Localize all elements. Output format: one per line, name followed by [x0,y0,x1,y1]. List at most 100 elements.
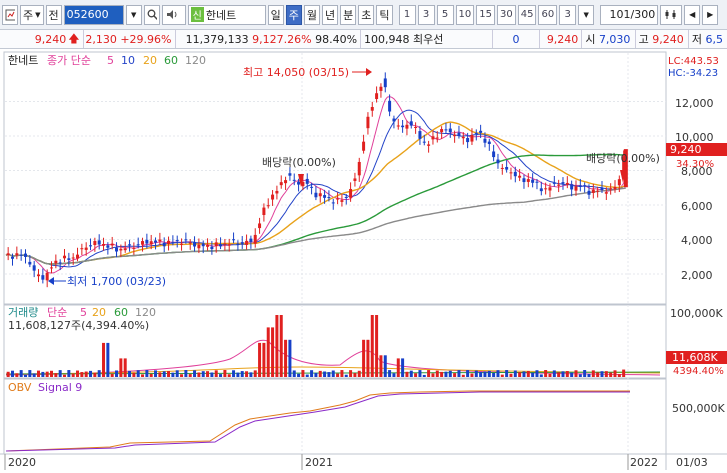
volume-bar[interactable] [288,339,292,377]
candle[interactable] [80,248,84,250]
candle[interactable] [292,179,296,181]
volume-bar[interactable] [310,370,314,377]
chart-area[interactable]: 한네트 종가 단순 5 10 20 60 120 LC:443.53 HC:-3… [0,49,727,470]
candle[interactable] [409,121,413,126]
volume-bar[interactable] [340,370,344,377]
volume-bar[interactable] [223,370,227,377]
candle[interactable] [466,138,470,143]
candle[interactable] [474,132,478,134]
volume-bar[interactable] [509,373,513,377]
candle[interactable] [548,187,552,191]
candle[interactable] [84,247,88,250]
candle[interactable] [331,202,335,204]
candle[interactable] [570,184,574,190]
volume-bar[interactable] [67,370,71,377]
volume-bar[interactable] [409,370,413,377]
interval-5[interactable]: 5 [436,4,454,25]
volume-bar[interactable] [110,373,114,377]
candle[interactable] [340,200,344,202]
candle[interactable] [604,192,608,194]
volume-bar[interactable] [539,374,543,377]
candle[interactable] [596,190,600,192]
volume-bar[interactable] [548,373,552,377]
candle[interactable] [110,243,114,246]
volume-bar[interactable] [149,373,153,377]
candle[interactable] [578,185,582,187]
candle[interactable] [32,265,36,271]
volume-bar[interactable] [561,371,565,377]
candle[interactable] [422,141,426,143]
volume-bar[interactable] [89,370,93,377]
volume-bar[interactable] [262,342,266,377]
volume-bar[interactable] [600,371,604,377]
volume-bar[interactable] [435,370,439,377]
candle[interactable] [197,244,201,249]
interval-3[interactable]: 3 [417,4,435,25]
volume-bar[interactable] [513,370,517,377]
candle[interactable] [505,166,509,170]
volume-bar[interactable] [570,372,574,377]
candle[interactable] [379,86,383,91]
candle[interactable] [162,242,166,247]
volume-bar[interactable] [353,373,357,377]
candle[interactable] [93,241,97,246]
candle[interactable] [236,243,240,245]
volume-bar[interactable] [583,370,587,377]
candle[interactable] [383,78,387,88]
candle[interactable] [613,186,617,190]
volume-bar[interactable] [405,371,409,377]
candle[interactable] [370,107,374,111]
volume-bar[interactable] [141,374,145,377]
candle[interactable] [240,242,244,244]
market-type-select[interactable]: 주 ▼ [20,4,44,25]
period-tick[interactable]: 틱 [376,4,393,25]
volume-bar[interactable] [19,370,23,377]
sound-button[interactable] [161,4,186,25]
volume-bar[interactable] [622,369,626,377]
candle[interactable] [227,244,231,246]
volume-bar[interactable] [617,374,621,377]
candle[interactable] [253,234,257,244]
volume-bar[interactable] [240,371,244,377]
page-count-field[interactable]: 101/300 [600,4,659,25]
volume-bar[interactable] [552,370,556,377]
candle[interactable] [492,151,496,158]
volume-bar[interactable] [565,371,569,377]
candle[interactable] [401,125,405,128]
volume-bar[interactable] [596,372,600,377]
volume-bar[interactable] [414,373,418,377]
volume-bar[interactable] [487,370,491,377]
candle[interactable] [427,144,431,146]
period-second[interactable]: 초 [358,4,375,25]
volume-bar[interactable] [227,374,231,377]
volume-bar[interactable] [24,374,28,377]
interval-dropdown[interactable]: ▼ [578,4,595,25]
candle[interactable] [496,159,500,164]
volume-bar[interactable] [11,370,15,377]
volume-bar[interactable] [457,370,461,377]
candle[interactable] [206,244,210,247]
candle[interactable] [67,258,71,260]
candle[interactable] [453,134,457,137]
volume-bar[interactable] [357,370,361,377]
candle[interactable] [310,186,314,188]
period-week[interactable]: 주 [285,4,302,25]
volume-bar[interactable] [396,358,400,377]
candle[interactable] [509,172,513,174]
volume-bar[interactable] [431,373,435,377]
candle[interactable] [271,194,275,200]
volume-bar[interactable] [518,372,522,377]
candle[interactable] [132,247,136,249]
volume-bar[interactable] [80,372,84,377]
volume-bar[interactable] [305,374,309,377]
volume-bar[interactable] [197,372,201,377]
interval-30[interactable]: 30 [496,4,516,25]
volume-bar[interactable] [448,370,452,377]
candle[interactable] [297,181,301,185]
candle[interactable] [535,181,539,183]
candle[interactable] [591,189,595,193]
volume-bar[interactable] [236,372,240,377]
candle[interactable] [500,167,504,169]
ma-120-label[interactable]: 120 [185,54,206,67]
search-button[interactable] [143,4,160,25]
